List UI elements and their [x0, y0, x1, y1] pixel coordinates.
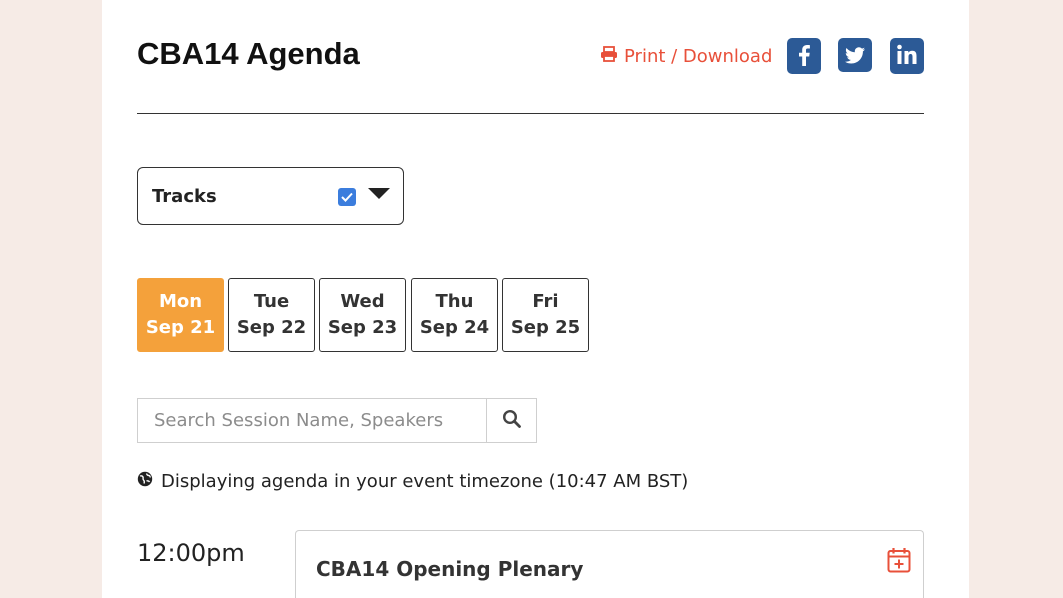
facebook-share-button[interactable] — [787, 38, 821, 76]
day-date: Sep 23 — [327, 317, 398, 338]
session-card[interactable]: CBA14 Opening Plenary — [295, 530, 924, 598]
print-download-link[interactable]: Print / Download — [600, 46, 772, 67]
page-title: CBA14 Agenda — [137, 36, 360, 71]
day-weekday: Thu — [435, 291, 474, 312]
day-tab-tue[interactable]: Tue Sep 22 — [228, 278, 315, 352]
day-weekday: Wed — [340, 291, 385, 312]
day-tab-thu[interactable]: Thu Sep 24 — [411, 278, 498, 352]
twitter-icon — [838, 38, 872, 76]
linkedin-icon — [890, 38, 924, 76]
session-title[interactable]: CBA14 Opening Plenary — [316, 557, 583, 581]
day-date: Sep 25 — [510, 317, 581, 338]
globe-icon — [137, 471, 153, 492]
day-date: Sep 24 — [419, 317, 490, 338]
linkedin-share-button[interactable] — [890, 38, 924, 76]
chevron-down-icon — [368, 188, 390, 199]
day-weekday: Mon — [158, 291, 203, 312]
day-tab-mon[interactable]: Mon Sep 21 — [137, 278, 224, 352]
calendar-plus-icon — [887, 548, 911, 573]
search-icon — [502, 409, 522, 433]
day-weekday: Tue — [253, 291, 290, 312]
tracks-dropdown[interactable]: Tracks — [137, 167, 404, 225]
timezone-notice: Displaying agenda in your event timezone… — [137, 471, 688, 492]
twitter-share-button[interactable] — [838, 38, 872, 76]
session-search-input[interactable] — [137, 398, 487, 443]
printer-icon — [600, 46, 618, 67]
checkmark-icon — [341, 192, 353, 202]
facebook-icon — [787, 38, 821, 76]
day-tab-wed[interactable]: Wed Sep 23 — [319, 278, 406, 352]
day-date: Sep 21 — [145, 317, 216, 338]
session-time: 12:00pm — [137, 539, 245, 567]
print-download-label: Print / Download — [624, 46, 773, 67]
agenda-page: CBA14 Agenda Print / Download Tracks Mon… — [102, 0, 969, 598]
timezone-text: Displaying agenda in your event timezone… — [161, 471, 689, 492]
day-weekday: Fri — [532, 291, 559, 312]
search-button[interactable] — [486, 398, 537, 443]
add-to-calendar-button[interactable] — [887, 547, 911, 577]
tracks-label: Tracks — [152, 185, 217, 207]
day-date: Sep 22 — [236, 317, 307, 338]
day-tab-fri[interactable]: Fri Sep 25 — [502, 278, 589, 352]
tracks-checkbox[interactable] — [338, 188, 356, 206]
header-divider — [137, 113, 924, 114]
